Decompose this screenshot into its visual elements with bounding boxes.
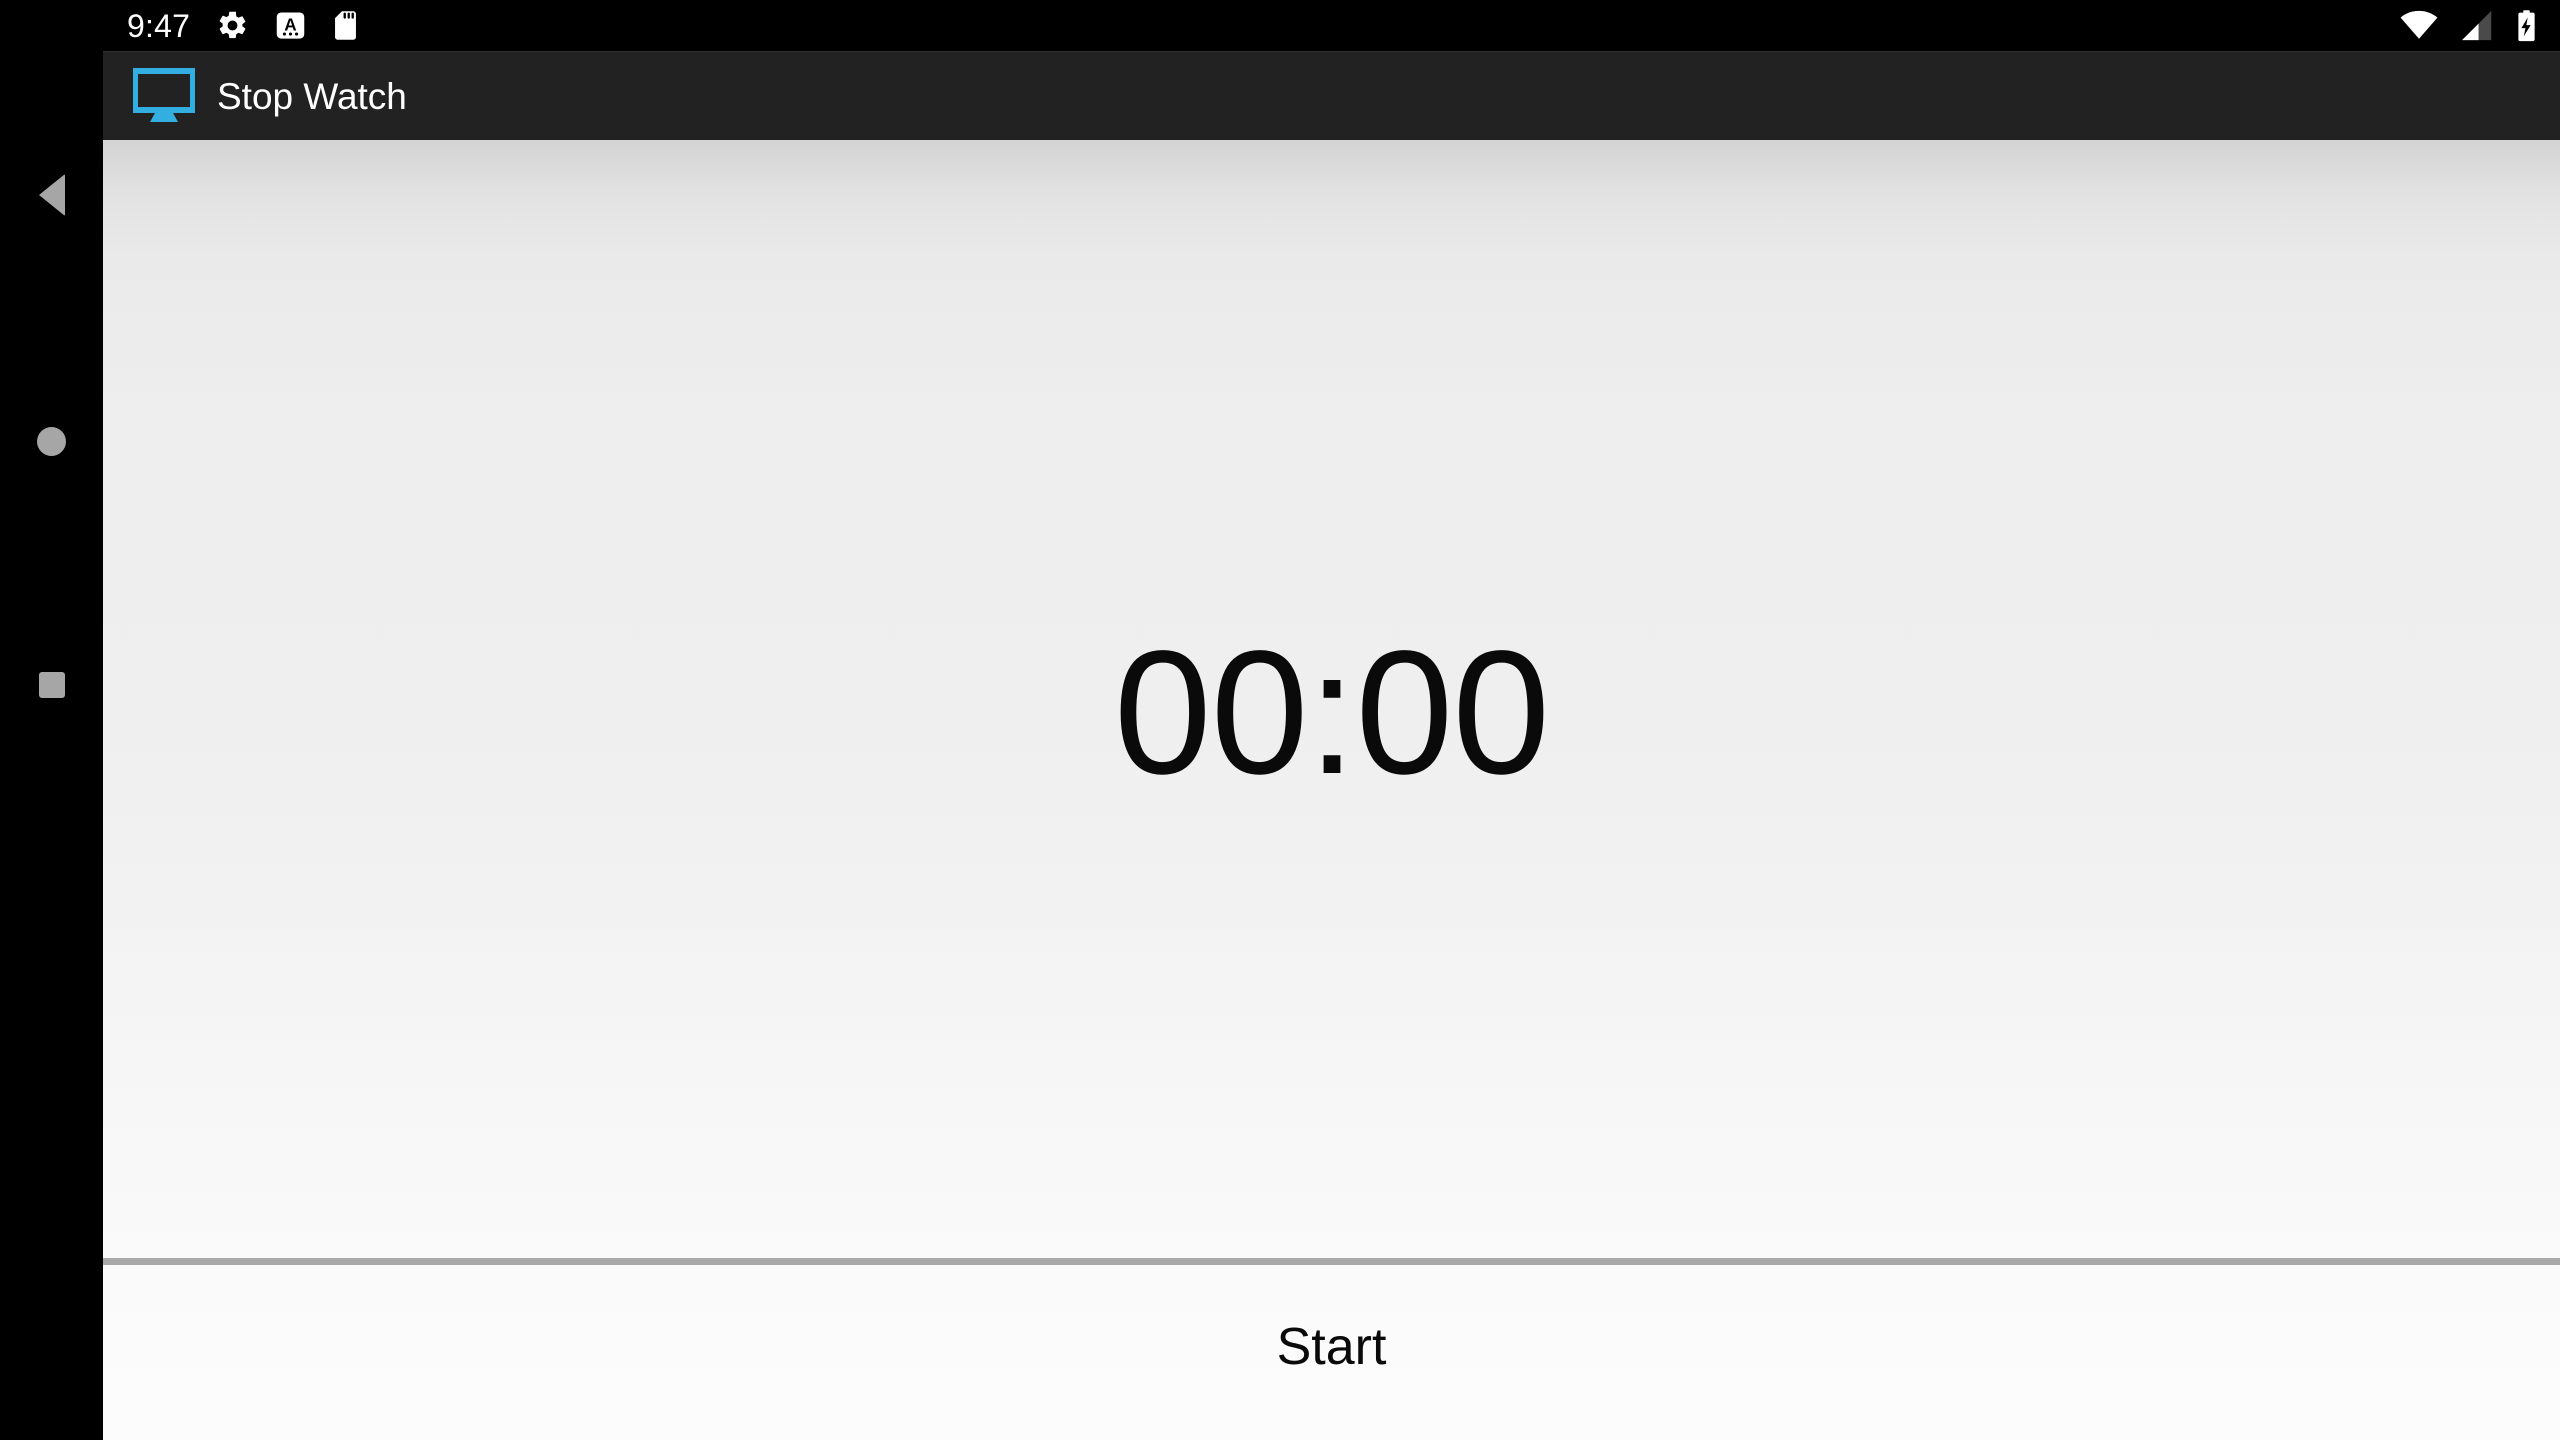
home-circle-icon (37, 426, 66, 456)
start-button-label: Start (1276, 1317, 1387, 1376)
svg-text:A: A (284, 14, 296, 34)
battery-charging-icon (2515, 9, 2538, 43)
status-bar-left-group: 9:47 A (127, 9, 359, 42)
stopwatch-content: 00:00 Start (103, 140, 2560, 1440)
nav-recents-button[interactable] (0, 630, 103, 740)
nav-home-button[interactable] (0, 386, 103, 496)
nav-back-button[interactable] (0, 140, 103, 250)
app-bar-title: Stop Watch (217, 75, 407, 117)
status-bar-right-group (2378, 9, 2538, 43)
keyboard-ime-icon: A (275, 9, 306, 42)
android-device-screen: 9:47 A Stop Watch 00:00 Start (0, 0, 2560, 1440)
status-bar-clock: 9:47 (127, 7, 191, 44)
recents-square-icon (38, 672, 65, 698)
app-bar: Stop Watch (103, 51, 2560, 140)
start-button[interactable]: Start (103, 1265, 2560, 1440)
wifi-icon (2400, 10, 2438, 41)
timer-area: 00:00 (103, 140, 2560, 1258)
status-bar: 9:47 A (103, 0, 2560, 51)
cellular-signal-icon (2460, 10, 2493, 41)
back-triangle-icon (38, 174, 65, 216)
timer-display: 00:00 (1113, 615, 1550, 811)
horizontal-divider (103, 1258, 2560, 1265)
monitor-app-icon (133, 68, 195, 124)
system-navigation-bar (0, 0, 103, 1440)
sd-card-icon (332, 9, 359, 42)
settings-gear-icon (216, 9, 249, 42)
